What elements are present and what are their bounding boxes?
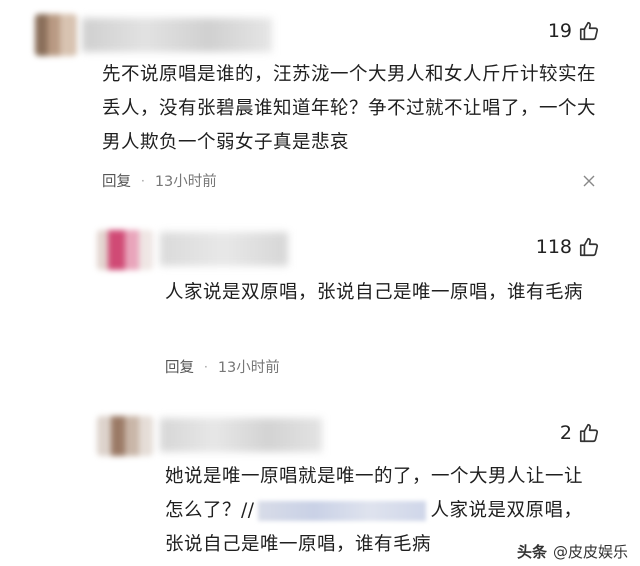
separator-dot: · <box>204 359 208 374</box>
like-count: 2 <box>559 422 572 444</box>
thumbs-up-icon[interactable] <box>578 236 600 258</box>
timestamp: 13小时前 <box>217 360 280 376</box>
thumbs-up-icon[interactable] <box>578 422 600 444</box>
avatar[interactable] <box>97 230 153 270</box>
watermark-account: @皮皮娱乐 <box>552 543 628 561</box>
comment-meta: 回复 · 13小时前 <box>165 356 280 377</box>
thumbs-up-icon[interactable] <box>578 20 600 42</box>
avatar[interactable] <box>35 14 77 56</box>
reply-button[interactable]: 回复 <box>102 170 131 191</box>
username-redacted[interactable] <box>160 232 288 266</box>
quoted-username-redacted <box>258 501 427 521</box>
separator-dot: · <box>141 173 145 188</box>
username-redacted[interactable] <box>82 18 272 52</box>
like-count: 118 <box>535 236 572 258</box>
timestamp: 13小时前 <box>154 174 217 190</box>
like-counter[interactable]: 2 <box>560 422 600 444</box>
like-counter[interactable]: 19 <box>548 20 600 42</box>
watermark-prefix: 头条 <box>516 543 547 561</box>
comment-text: 人家说是双原唱，张说自己是唯一原唱，谁有毛病 <box>165 282 584 303</box>
comment-meta: 回复 · 13小时前 <box>102 170 217 191</box>
username-redacted[interactable] <box>160 418 322 452</box>
watermark: 头条 @皮皮娱乐 <box>517 541 628 562</box>
like-count: 19 <box>547 20 572 42</box>
avatar[interactable] <box>97 416 153 456</box>
like-counter[interactable]: 118 <box>536 236 600 258</box>
reply-button[interactable]: 回复 <box>165 356 194 377</box>
comment-text: 先不说原唱是谁的，汪苏泷一个大男人和女人斤斤计较实在丢人，没有张碧晨谁知道年轮？… <box>102 64 597 153</box>
close-icon[interactable] <box>582 174 596 188</box>
